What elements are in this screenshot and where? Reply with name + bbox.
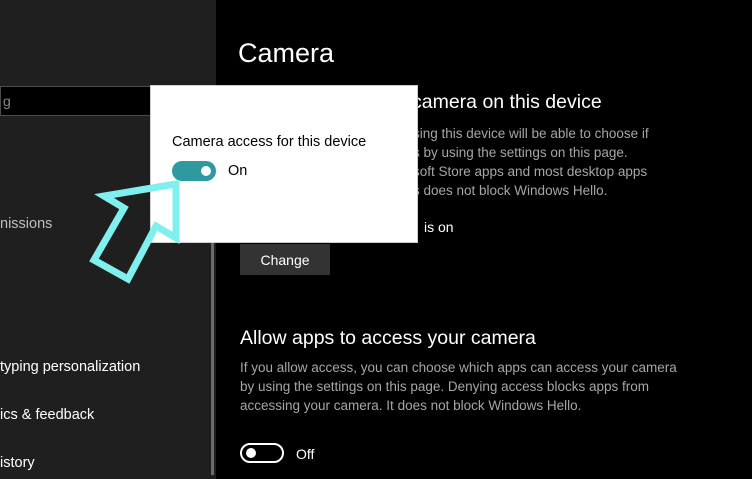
sidebar-item-permissions[interactable]: nissions [0, 216, 52, 232]
description-line: by using the settings on this page. Deny… [240, 379, 649, 394]
page-title: Camera [238, 38, 335, 68]
apps-access-description: If you allow access, you can choose whic… [240, 358, 677, 415]
sidebar-item-activity-history[interactable]: istory [0, 455, 35, 471]
apps-camera-access-toggle-label: Off [296, 446, 315, 462]
toggle-knob [201, 166, 211, 176]
description-line: s does not block Windows Hello. [413, 183, 608, 198]
device-access-description: sing this device will be able to choose … [413, 124, 649, 200]
sidebar-item-typing-personalization[interactable]: typing personalization [0, 359, 140, 375]
camera-device-access-toggle[interactable] [172, 161, 216, 181]
section-heading-apps-access: Allow apps to access your camera [240, 327, 536, 349]
description-line: accessing your camera. It does not block… [240, 398, 582, 413]
description-line: If you allow access, you can choose whic… [240, 360, 677, 375]
description-line: sing this device will be able to choose … [413, 126, 649, 141]
popup-title: Camera access for this device [172, 134, 367, 150]
device-access-status: is on [424, 219, 454, 235]
search-input-text: g [3, 93, 11, 109]
section-heading-device-access: camera on this device [412, 91, 602, 113]
description-line: soft Store apps and most desktop apps [413, 164, 648, 179]
description-line: s by using the settings on this page. [413, 145, 628, 160]
toggle-knob [246, 448, 256, 458]
camera-device-access-toggle-label: On [228, 163, 248, 179]
sidebar-item-diagnostics-feedback[interactable]: ics & feedback [0, 407, 94, 423]
change-button[interactable]: Change [240, 244, 330, 275]
camera-access-popup: Camera access for this device On [151, 86, 417, 242]
apps-camera-access-toggle[interactable] [240, 443, 284, 463]
